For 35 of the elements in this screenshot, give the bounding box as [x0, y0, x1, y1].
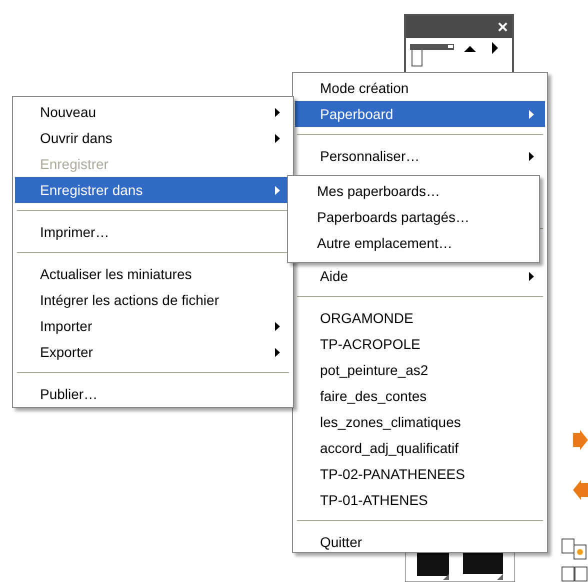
caret-icon	[275, 134, 280, 143]
menu-item[interactable]: Autre emplacement…	[290, 230, 537, 256]
caret-icon	[275, 108, 280, 117]
menu-item[interactable]: Paperboards partagés…	[290, 204, 537, 230]
caret-icon	[275, 348, 280, 357]
menu-item[interactable]: pot_peinture_as2	[295, 357, 545, 383]
arrow-icon	[573, 480, 588, 500]
menu-item[interactable]: Ouvrir dans	[15, 125, 291, 151]
menu-item[interactable]: Mes paperboards…	[290, 178, 537, 204]
menu-item[interactable]: ORGAMONDE	[295, 305, 545, 331]
menu-item[interactable]: accord_adj_qualificatif	[295, 435, 545, 461]
menu-item[interactable]: Publier…	[15, 381, 291, 407]
menu-item[interactable]: les_zones_climatiques	[295, 409, 545, 435]
arrow-icon	[573, 430, 588, 450]
menu-item[interactable]: Exporter	[15, 339, 291, 365]
menu-item[interactable]: Actualiser les miniatures	[15, 261, 291, 287]
caret-icon	[529, 152, 534, 161]
menu-item[interactable]: faire_des_contes	[295, 383, 545, 409]
caret-icon	[275, 322, 280, 331]
caret-icon	[275, 186, 280, 195]
menu-item[interactable]: Paperboard	[295, 101, 545, 127]
menu-item[interactable]: Intégrer les actions de fichier	[15, 287, 291, 313]
menu-item[interactable]: Imprimer…	[15, 219, 291, 245]
close-button[interactable]: ×	[497, 18, 508, 36]
menu-item[interactable]: Personnaliser…	[295, 143, 545, 169]
menu-item[interactable]: Mode création	[295, 75, 545, 101]
menu-item[interactable]: Importer	[15, 313, 291, 339]
menu-item[interactable]: Aide	[295, 263, 545, 289]
menu-item[interactable]: Nouveau	[15, 99, 291, 125]
menu-item[interactable]: Quitter	[295, 529, 545, 555]
menu-item[interactable]: TP-02-PANATHENEES	[295, 461, 545, 487]
caret-icon	[529, 110, 534, 119]
menu-item[interactable]: TP-01-ATHENES	[295, 487, 545, 513]
caret-icon	[529, 272, 534, 281]
menu-item[interactable]: TP-ACROPOLE	[295, 331, 545, 357]
